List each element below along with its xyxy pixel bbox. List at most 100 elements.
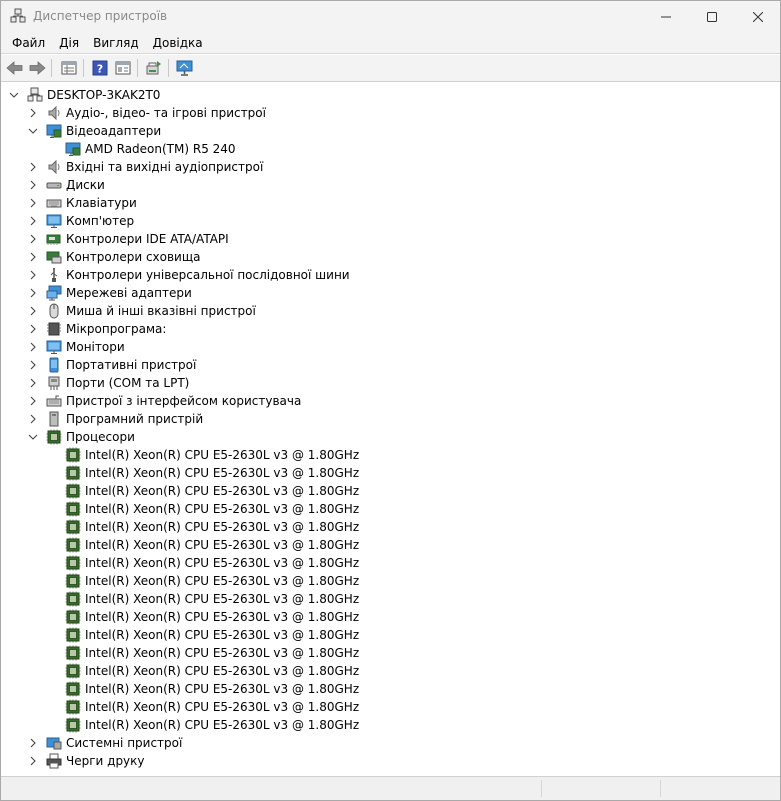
tree-category-18[interactable]: Системні пристрої [1,734,780,752]
tree-item-label: Intel(R) Xeon(R) CPU E5-2630L v3 @ 1.80G… [85,664,360,678]
disk-drive-icon [46,182,62,189]
tree-category-10[interactable]: Миша й інші вказівні пристрої [1,302,780,320]
tree-category-15[interactable]: Пристрої з інтерфейсом користувача [1,392,780,410]
back-button[interactable] [5,58,25,78]
tree-device-item[interactable]: Intel(R) Xeon(R) CPU E5-2630L v3 @ 1.80G… [1,536,780,554]
update-driver-icon [146,61,161,75]
chevron-right-icon[interactable] [28,270,38,280]
tree-category-16[interactable]: Програмний пристрій [1,410,780,428]
chevron-right-icon[interactable] [28,756,38,766]
tree-item-label: AMD Radeon(TM) R5 240 [85,142,236,156]
title-bar[interactable]: Диспетчер пристроїв [1,1,780,32]
tree-category-13[interactable]: Портативні пристрої [1,356,780,374]
software-device-icon [49,411,59,427]
help-button[interactable]: ? [90,58,110,78]
chevron-right-icon[interactable] [28,306,38,316]
chevron-right-icon[interactable] [28,360,38,370]
tree-device-item[interactable]: Intel(R) Xeon(R) CPU E5-2630L v3 @ 1.80G… [1,482,780,500]
menu-help[interactable]: Довідка [146,34,210,52]
tree-category-11[interactable]: Мікропрограма: [1,320,780,338]
status-bar [1,776,780,800]
device-tree[interactable]: DESKTOP-3KAK2T0 Аудіо-, відео- та ігрові … [1,82,780,775]
tree-device-item[interactable]: Intel(R) Xeon(R) CPU E5-2630L v3 @ 1.80G… [1,500,780,518]
tree-category-17[interactable]: Процесори [1,428,780,446]
tree-device-item[interactable]: Intel(R) Xeon(R) CPU E5-2630L v3 @ 1.80G… [1,662,780,680]
tree-category-8[interactable]: Контролери універсальної послідовної шин… [1,266,780,284]
processor-icon [65,537,81,553]
tree-device-item[interactable]: Intel(R) Xeon(R) CPU E5-2630L v3 @ 1.80G… [1,590,780,608]
display-adapter-icon [46,124,62,138]
tree-device-item[interactable]: Intel(R) Xeon(R) CPU E5-2630L v3 @ 1.80G… [1,464,780,482]
tree-device-item[interactable]: Intel(R) Xeon(R) CPU E5-2630L v3 @ 1.80G… [1,554,780,572]
tree-device-item[interactable]: Intel(R) Xeon(R) CPU E5-2630L v3 @ 1.80G… [1,572,780,590]
processor-icon [65,627,81,643]
tree-category-9[interactable]: Мережеві адаптери [1,284,780,302]
tree-category-2[interactable]: Вхідні та вихідні аудіопристрої [1,158,780,176]
tree-category-0[interactable]: Аудіо-, відео- та ігрові пристрої [1,104,780,122]
chevron-right-icon[interactable] [28,216,38,226]
tree-item-label: Intel(R) Xeon(R) CPU E5-2630L v3 @ 1.80G… [85,466,360,480]
network-adapter-icon [46,285,62,301]
chevron-right-icon[interactable] [28,324,38,334]
tree-category-19[interactable]: Черги друку [1,752,780,770]
tree-device-item[interactable]: AMD Radeon(TM) R5 240 [1,140,780,158]
chevron-right-icon[interactable] [28,378,38,388]
view-button[interactable] [113,58,133,78]
tree-device-item[interactable]: Intel(R) Xeon(R) CPU E5-2630L v3 @ 1.80G… [1,698,780,716]
chevron-down-icon[interactable] [9,90,19,100]
chevron-right-icon[interactable] [28,252,38,262]
forward-arrow-icon [29,61,46,75]
tree-category-7[interactable]: Контролери сховища [1,248,780,266]
properties-button[interactable] [59,58,79,78]
forward-button[interactable] [27,58,47,78]
minimize-button[interactable] [643,1,689,32]
tree-item-label: Мережеві адаптери [66,286,192,300]
chevron-right-icon[interactable] [28,396,38,406]
chevron-right-icon[interactable] [28,162,38,172]
tree-category-6[interactable]: Контролери IDE ATA/ATAPI [1,230,780,248]
processor-icon [65,573,81,589]
menu-action[interactable]: Дія [52,34,86,52]
tree-root-computer[interactable]: DESKTOP-3KAK2T0 [1,86,780,104]
tree-category-14[interactable]: Порти (COM та LPT) [1,374,780,392]
tree-category-3[interactable]: Диски [1,176,780,194]
tree-device-item[interactable]: Intel(R) Xeon(R) CPU E5-2630L v3 @ 1.80G… [1,518,780,536]
tree-category-12[interactable]: Монітори [1,338,780,356]
chevron-right-icon[interactable] [28,180,38,190]
maximize-button[interactable] [689,1,735,32]
speaker-icon [48,105,60,121]
chevron-down-icon[interactable] [28,126,38,136]
menu-file[interactable]: Файл [5,34,52,52]
tree-item-label: Intel(R) Xeon(R) CPU E5-2630L v3 @ 1.80G… [85,574,360,588]
tree-device-item[interactable]: Intel(R) Xeon(R) CPU E5-2630L v3 @ 1.80G… [1,608,780,626]
tree-category-4[interactable]: Клавіатури [1,194,780,212]
menu-view[interactable]: Вигляд [86,34,146,52]
processor-icon [65,645,81,661]
chevron-right-icon[interactable] [28,414,38,424]
chevron-right-icon[interactable] [28,108,38,118]
processor-icon [65,483,81,499]
display-adapter-icon [65,142,81,156]
tree-category-5[interactable]: Комп'ютер [1,212,780,230]
chevron-down-icon[interactable] [28,432,38,442]
scan-hardware-button[interactable] [175,58,195,78]
tree-device-item[interactable]: Intel(R) Xeon(R) CPU E5-2630L v3 @ 1.80G… [1,680,780,698]
printer-icon [46,753,62,769]
chevron-right-icon[interactable] [28,198,38,208]
tree-device-item[interactable]: Intel(R) Xeon(R) CPU E5-2630L v3 @ 1.80G… [1,644,780,662]
tree-category-1[interactable]: Відеоадаптери [1,122,780,140]
tree-item-label: Програмний пристрій [66,412,204,426]
chevron-right-icon[interactable] [28,234,38,244]
monitor-icon [46,214,62,228]
tree-item-label: Черги друку [66,754,145,768]
tree-device-item[interactable]: Intel(R) Xeon(R) CPU E5-2630L v3 @ 1.80G… [1,626,780,644]
tree-device-item[interactable]: Intel(R) Xeon(R) CPU E5-2630L v3 @ 1.80G… [1,716,780,734]
update-driver-button[interactable] [144,58,164,78]
chevron-right-icon[interactable] [28,738,38,748]
tree-device-item[interactable]: Intel(R) Xeon(R) CPU E5-2630L v3 @ 1.80G… [1,446,780,464]
chevron-right-icon[interactable] [28,342,38,352]
computer-root-icon [27,87,43,102]
properties-icon [61,61,77,75]
chevron-right-icon[interactable] [28,288,38,298]
close-button[interactable] [735,1,780,32]
